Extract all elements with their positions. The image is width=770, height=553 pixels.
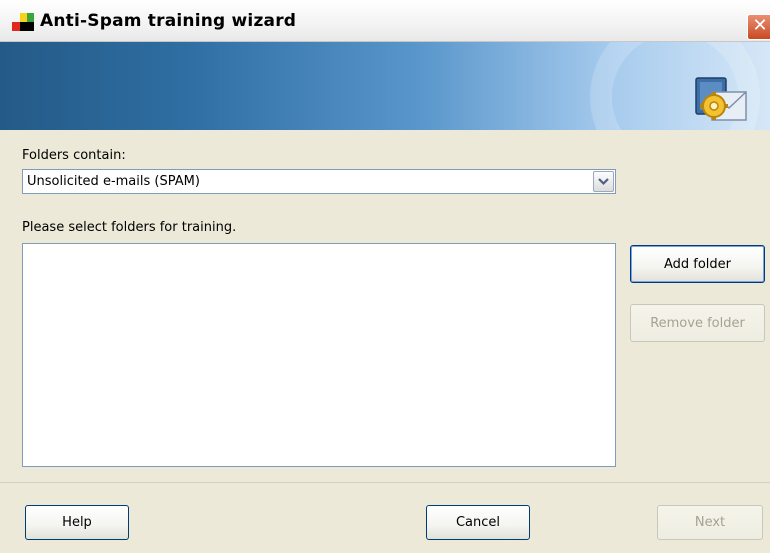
header-banner — [0, 42, 770, 130]
window-title: Anti-Spam training wizard — [40, 11, 297, 31]
folder-type-dropdown[interactable]: Unsolicited e-mails (SPAM) — [22, 169, 616, 194]
folders-contain-label: Folders contain: — [22, 148, 126, 163]
cancel-button-label: Cancel — [455, 515, 501, 530]
folder-type-selected-value: Unsolicited e-mails (SPAM) — [27, 174, 200, 189]
app-logo-icon — [12, 13, 34, 31]
remove-folder-button-label: Remove folder — [650, 315, 745, 331]
next-button[interactable]: Next — [657, 505, 763, 540]
help-button[interactable]: Help — [25, 505, 129, 540]
cancel-button[interactable]: Cancel — [426, 505, 530, 540]
close-icon: ✕ — [752, 15, 768, 36]
chevron-down-icon — [598, 178, 609, 186]
training-folders-list[interactable] — [22, 243, 616, 467]
close-button[interactable]: ✕ — [747, 14, 770, 40]
title-bar: Anti-Spam training wizard ✕ — [0, 0, 770, 42]
dropdown-arrow-button[interactable] — [593, 171, 614, 192]
add-folder-button[interactable]: Add folder — [630, 245, 765, 283]
help-button-label: Help — [62, 515, 92, 530]
remove-folder-button[interactable]: Remove folder — [630, 304, 765, 342]
mail-gear-icon — [695, 77, 747, 121]
select-folders-label: Please select folders for training. — [22, 220, 237, 235]
add-folder-button-label: Add folder — [663, 256, 732, 272]
next-button-label: Next — [694, 515, 726, 530]
